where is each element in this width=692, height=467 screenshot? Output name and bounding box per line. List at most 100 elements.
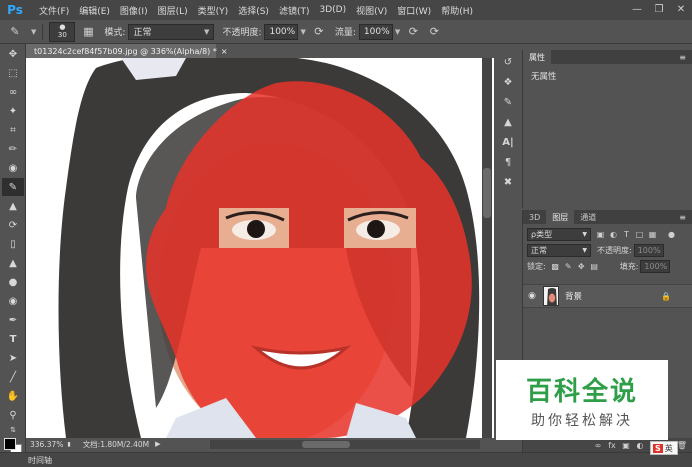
timeline-label[interactable]: 时间轴 bbox=[28, 455, 52, 466]
chevron-down-icon[interactable]: ▼ bbox=[31, 28, 36, 36]
smart-object-filter-icon[interactable]: ▦ bbox=[647, 229, 658, 240]
layer-opacity-field[interactable]: 100% bbox=[633, 243, 664, 257]
panel-menu-icon[interactable]: ≡ bbox=[679, 53, 686, 62]
chevron-right-icon[interactable]: ▶ bbox=[155, 440, 160, 448]
pen-tool-icon[interactable]: ✒ bbox=[2, 311, 24, 329]
history-brush-tool-icon[interactable]: ⟳ bbox=[2, 216, 24, 234]
layer-kind-filter[interactable]: ρ类型 ▼ bbox=[527, 227, 591, 241]
link-layers-icon[interactable]: ∞ bbox=[591, 441, 605, 450]
restore-icon[interactable]: ❐ bbox=[648, 0, 670, 18]
menu-help[interactable]: 帮助(H) bbox=[436, 4, 478, 17]
lock-all-icon[interactable]: ▤ bbox=[589, 261, 600, 272]
tab-properties[interactable]: 属性 bbox=[523, 50, 551, 64]
menu-window[interactable]: 窗口(W) bbox=[392, 4, 436, 17]
swap-colors-icon[interactable]: ⇅ bbox=[2, 425, 24, 435]
opacity-value: 100% bbox=[269, 26, 296, 37]
marquee-tool-icon[interactable]: ⬚ bbox=[2, 64, 24, 82]
adjustment-filter-icon[interactable]: ◐ bbox=[608, 229, 619, 240]
type-tool-icon[interactable]: T bbox=[2, 330, 24, 348]
dodge-tool-icon[interactable]: ◉ bbox=[2, 292, 24, 310]
layer-style-icon[interactable]: fx bbox=[605, 441, 619, 450]
minimize-icon[interactable]: — bbox=[626, 0, 648, 18]
zoom-level[interactable]: 336.37% bbox=[30, 440, 63, 449]
layer-kind-value: ρ类型 bbox=[531, 229, 553, 239]
blend-mode-select[interactable]: 正常 ▼ bbox=[527, 243, 591, 257]
visibility-eye-icon[interactable]: ◉ bbox=[523, 291, 541, 301]
zoom-tool-icon[interactable]: ⚲ bbox=[2, 406, 24, 424]
menu-type[interactable]: 类型(Y) bbox=[193, 4, 234, 17]
clone-stamp-tool-icon[interactable]: ▲ bbox=[2, 197, 24, 215]
magic-wand-tool-icon[interactable]: ✦ bbox=[2, 102, 24, 120]
line-tool-icon[interactable]: ╱ bbox=[2, 368, 24, 386]
menu-filter[interactable]: 滤镜(T) bbox=[274, 4, 315, 17]
menu-view[interactable]: 视图(V) bbox=[351, 4, 392, 17]
tool-presets-icon[interactable]: ❖ bbox=[499, 74, 517, 90]
blur-tool-icon[interactable]: ● bbox=[2, 273, 24, 291]
brush-tool-icon[interactable]: ✎ bbox=[2, 178, 24, 196]
crop-tool-icon[interactable]: ⌗ bbox=[2, 121, 24, 139]
clone-source-icon[interactable]: ▲ bbox=[499, 114, 517, 130]
panel-menu-icon[interactable]: ≡ bbox=[679, 213, 686, 222]
eyedropper-tool-icon[interactable]: ✏ bbox=[2, 140, 24, 158]
close-icon[interactable]: ✕ bbox=[670, 0, 692, 18]
tools-icon[interactable]: ✖ bbox=[499, 174, 517, 190]
menu-3d[interactable]: 3D(D) bbox=[314, 5, 351, 15]
menu-image[interactable]: 图像(I) bbox=[115, 4, 153, 17]
scrollbar-thumb[interactable] bbox=[302, 441, 350, 448]
hand-tool-icon[interactable]: ✋ bbox=[2, 387, 24, 405]
brush-size-picker[interactable]: ● 30 bbox=[49, 21, 76, 42]
paint-bucket-tool-icon[interactable]: ▲ bbox=[2, 254, 24, 272]
pressure-size-icon[interactable]: ⟳ bbox=[425, 23, 443, 41]
layer-name[interactable]: 背景 bbox=[565, 290, 582, 302]
airbrush-icon[interactable]: ⟳ bbox=[404, 23, 422, 41]
chevron-down-icon[interactable]: ▼ bbox=[300, 28, 305, 36]
tab-layers[interactable]: 图层 bbox=[546, 210, 575, 224]
menu-layer[interactable]: 图层(L) bbox=[153, 4, 193, 17]
flow-field[interactable]: 100% bbox=[358, 23, 393, 40]
paragraph-icon[interactable]: ¶ bbox=[499, 154, 517, 170]
layer-opacity-label: 不透明度: bbox=[597, 245, 632, 255]
shape-filter-icon[interactable]: □ bbox=[634, 229, 645, 240]
menu-select[interactable]: 选择(S) bbox=[233, 4, 274, 17]
filter-toggle-icon[interactable]: ● bbox=[666, 229, 677, 240]
type-filter-icon[interactable]: T bbox=[621, 229, 632, 240]
document-canvas[interactable] bbox=[26, 58, 494, 438]
document-tab[interactable]: t01324c2cef84f57b09.jpg @ 336%(Alpha/8) … bbox=[26, 44, 228, 58]
pressure-opacity-icon[interactable]: ⟳ bbox=[310, 23, 328, 41]
tab-channels[interactable]: 通道 bbox=[574, 210, 602, 224]
fill-field[interactable]: 100% bbox=[640, 259, 671, 273]
scrollbar-thumb[interactable] bbox=[483, 168, 491, 218]
opacity-field[interactable]: 100% bbox=[264, 23, 299, 40]
brush-panel-icon[interactable]: ▦ bbox=[79, 23, 97, 41]
foreground-color-swatch[interactable] bbox=[4, 438, 16, 450]
layer-thumbnail bbox=[543, 286, 559, 306]
vertical-scrollbar[interactable] bbox=[482, 58, 492, 438]
eraser-tool-icon[interactable]: ▯ bbox=[2, 235, 24, 253]
path-selection-tool-icon[interactable]: ➤ bbox=[2, 349, 24, 367]
timeline-panel-bar[interactable]: 时间轴 bbox=[0, 452, 692, 467]
layer-row-background[interactable]: ◉ 背景 🔒 bbox=[523, 284, 692, 308]
chevron-down-icon[interactable]: ▼ bbox=[395, 28, 400, 36]
tab-3d[interactable]: 3D bbox=[523, 210, 546, 224]
history-icon[interactable]: ↺ bbox=[499, 54, 517, 70]
lock-transparent-icon[interactable]: ▩ bbox=[550, 261, 561, 272]
healing-brush-tool-icon[interactable]: ◉ bbox=[2, 159, 24, 177]
watermark-title: 百科全说 bbox=[525, 376, 638, 407]
lasso-tool-icon[interactable]: ∞ bbox=[2, 83, 24, 101]
lock-image-icon[interactable]: ✎ bbox=[563, 261, 574, 272]
character-icon[interactable]: A| bbox=[499, 134, 517, 150]
mode-select[interactable]: 正常 ▼ bbox=[128, 23, 215, 40]
lock-position-icon[interactable]: ✥ bbox=[576, 261, 587, 272]
menu-file[interactable]: 文件(F) bbox=[34, 4, 74, 17]
brush-icon[interactable]: ✎ bbox=[499, 94, 517, 110]
photoshop-logo: Ps bbox=[7, 3, 23, 17]
add-mask-icon[interactable]: ▣ bbox=[619, 441, 633, 450]
close-tab-icon[interactable]: × bbox=[221, 47, 228, 56]
pixel-filter-icon[interactable]: ▣ bbox=[595, 229, 606, 240]
move-tool-icon[interactable]: ✥ bbox=[2, 45, 24, 63]
brush-preset-icon[interactable]: ✎ bbox=[6, 23, 24, 41]
menu-edit[interactable]: 编辑(E) bbox=[74, 4, 115, 17]
ime-indicator[interactable]: S 英 bbox=[650, 441, 678, 455]
horizontal-scrollbar[interactable] bbox=[210, 440, 480, 449]
adjustment-layer-icon[interactable]: ◐ bbox=[633, 441, 647, 450]
